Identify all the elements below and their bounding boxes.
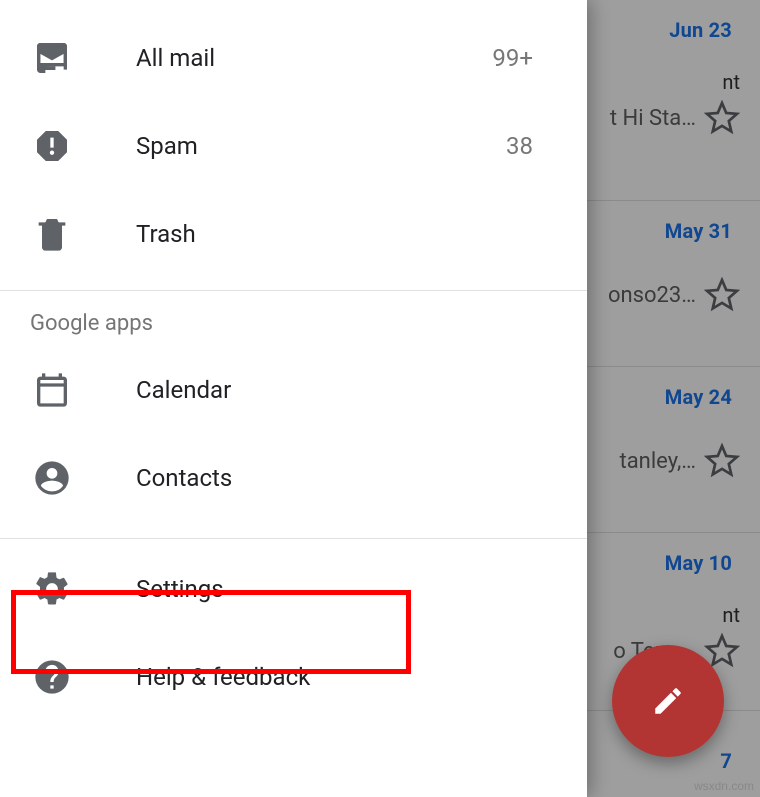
drawer-label: Trash [136,220,557,248]
email-date: May 31 [587,219,740,243]
compose-fab[interactable] [612,645,724,757]
drawer-item-trash[interactable]: Trash [0,190,587,278]
contacts-icon [30,456,74,500]
divider [0,538,587,539]
email-snippet-row: onso23… [587,277,740,313]
trash-icon [30,212,74,256]
star-icon[interactable] [704,277,740,313]
drawer-count: 99+ [492,44,557,72]
pencil-icon [651,684,685,718]
email-title-row: nt [587,603,740,627]
email-date: May 24 [587,385,740,409]
email-item[interactable]: May 31 onso23… [587,200,760,366]
email-date: May 10 [587,551,740,575]
email-snippet-row: tanley,… [587,443,740,479]
help-icon [30,655,74,699]
star-icon[interactable] [704,100,740,136]
drawer-item-contacts[interactable]: Contacts [0,434,587,522]
calendar-icon [30,368,74,412]
drawer-label: Settings [136,575,557,603]
navigation-drawer: All mail 99+ Spam 38 Trash Google apps C… [0,0,587,797]
drawer-label: Help & feedback [136,663,557,691]
email-item[interactable]: Jun 23 nt t Hi Sta… [587,0,760,166]
spam-icon [30,124,74,168]
settings-icon [30,567,74,611]
watermark: wsxdn.com [694,779,754,793]
drawer-label: All mail [136,44,492,72]
email-title-row: nt [587,70,740,94]
star-icon[interactable] [704,443,740,479]
drawer-label: Calendar [136,376,557,404]
drawer-item-spam[interactable]: Spam 38 [0,102,587,190]
email-date: Jun 23 [587,18,740,42]
section-header-google-apps: Google apps [0,291,587,346]
drawer-count: 38 [506,132,557,160]
all-mail-icon [30,36,74,80]
drawer-item-all-mail[interactable]: All mail 99+ [0,14,587,102]
email-snippet-row: t Hi Sta… [587,100,740,136]
drawer-item-help[interactable]: Help & feedback [0,633,587,721]
drawer-item-settings[interactable]: Settings [0,545,587,633]
drawer-item-calendar[interactable]: Calendar [0,346,587,434]
drawer-label: Spam [136,132,506,160]
drawer-label: Contacts [136,464,557,492]
email-item[interactable]: May 24 tanley,… [587,366,760,532]
